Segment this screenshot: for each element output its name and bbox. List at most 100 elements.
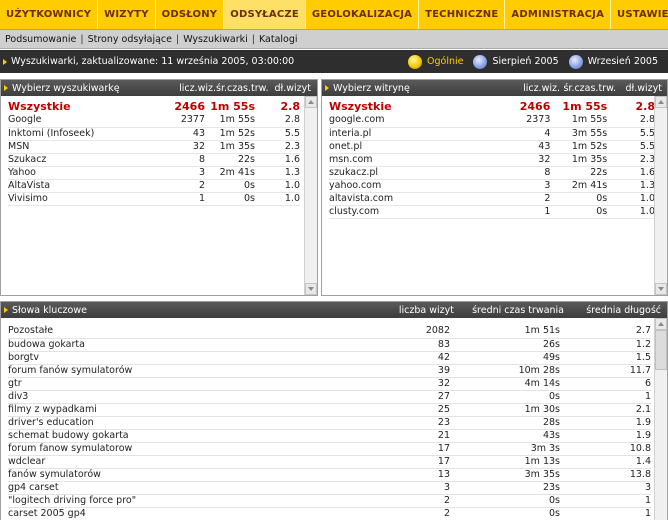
arrow-icon <box>4 307 8 313</box>
arrow-icon <box>3 58 7 65</box>
nav-item[interactable]: UŻYTKOWNICY <box>0 0 99 29</box>
period-option[interactable]: Ogólnie <box>408 54 463 69</box>
table-row[interactable]: altavista.com 2 0s 1.0 <box>329 192 655 206</box>
nav-item[interactable]: GEOLOKALIZACJA <box>306 0 420 29</box>
table-row[interactable]: "logitech driving force pro" 2 0s 1 <box>8 494 651 508</box>
cell-name: msn.com <box>329 153 482 167</box>
table-row[interactable]: clusty.com 1 0s 1.0 <box>329 205 655 219</box>
cell-avg: 26s <box>450 338 560 352</box>
table-row[interactable]: AltaVista 2 0s 1.0 <box>8 179 300 193</box>
table-row[interactable]: forum fanów symulatorów 39 10m 28s 11.7 <box>8 364 651 378</box>
col-visits: licz.wiz. <box>179 82 216 94</box>
table-row[interactable]: szukacz.pl 8 22s 1.6 <box>329 166 655 180</box>
subnav-item[interactable]: Podsumowanie <box>3 34 78 45</box>
cell-name: schemat budowy gokarta <box>8 429 378 443</box>
table-row[interactable]: msn.com 32 1m 35s 2.3 <box>329 153 655 167</box>
scrollbar[interactable] <box>654 96 667 295</box>
cell-len: 2.8 <box>280 100 301 113</box>
cell-visits: 2373 <box>481 114 551 128</box>
cell-visits: 13 <box>378 468 450 482</box>
nav-item[interactable]: TECHNICZNE <box>419 0 506 29</box>
cell-visits: 3 <box>378 481 450 495</box>
subnav-item[interactable]: Katalogi <box>257 34 300 45</box>
cell-len: 5.5 <box>255 127 300 141</box>
cell-len: 2.3 <box>607 153 655 167</box>
nav-item[interactable]: WIZYTY <box>98 0 156 29</box>
table-row[interactable]: filmy z wypadkami 25 1m 30s 2.1 <box>8 403 651 417</box>
table-row[interactable]: Szukacz 8 22s 1.6 <box>8 153 300 167</box>
table-row[interactable]: Pozostałe 2082 1m 51s 2.7 <box>8 325 651 339</box>
search-engine-panel: Wybierz wyszukiwarkę licz.wiz. śr.czas.t… <box>0 79 318 296</box>
cell-visits: 2082 <box>378 325 450 339</box>
cell-avg: 1m 13s <box>450 455 560 469</box>
cell-visits: 4 <box>481 127 551 141</box>
separator: | <box>175 33 180 45</box>
table-row[interactable]: driver's education 23 28s 1.9 <box>8 416 651 430</box>
cell-len: 1.9 <box>560 416 651 430</box>
nav-item[interactable]: ODSŁONY <box>156 0 225 29</box>
table-row[interactable]: MSN 32 1m 35s 2.3 <box>8 140 300 154</box>
cell-len: 1 <box>560 390 651 404</box>
col-visits: liczba wizyt <box>398 304 454 316</box>
scrollbar[interactable] <box>304 96 317 295</box>
nav-item[interactable]: ADMINISTRACJA <box>505 0 612 29</box>
scroll-up-button[interactable] <box>305 96 317 108</box>
table-row[interactable]: budowa gokarta 83 26s 1.2 <box>8 338 651 352</box>
scrollbar[interactable] <box>654 318 667 520</box>
table-row[interactable]: interia.pl 4 3m 55s 5.5 <box>329 127 655 141</box>
cell-visits: 2466 <box>519 100 551 113</box>
radio-icon <box>408 54 423 69</box>
table-row[interactable]: Wszystkie 2466 1m 55s 2.8 <box>329 100 655 114</box>
scroll-down-button[interactable] <box>305 283 317 295</box>
cell-name: MSN <box>8 140 158 154</box>
scroll-thumb[interactable] <box>655 330 667 370</box>
cell-name: Pozostałe <box>8 325 378 339</box>
table-row[interactable]: gp4 carset 3 23s 3 <box>8 481 651 495</box>
cell-len: 5.5 <box>607 140 655 154</box>
table-row[interactable]: yahoo.com 3 2m 41s 1.3 <box>329 179 655 193</box>
scroll-down-button[interactable] <box>655 283 667 295</box>
table-row[interactable]: Yahoo 3 2m 41s 1.3 <box>8 166 300 180</box>
period-selector: Ogólnie Sierpień 2005 Wrzesień 2005 <box>408 54 668 69</box>
subnav-item[interactable]: Wyszukiwarki <box>181 34 250 45</box>
cell-name: onet.pl <box>329 140 482 154</box>
table-row[interactable]: onet.pl 43 1m 52s 5.5 <box>329 140 655 154</box>
period-option[interactable]: Sierpień 2005 <box>473 54 559 69</box>
table-row[interactable]: gtr 32 4m 14s 6 <box>8 377 651 391</box>
cell-avg: 23s <box>450 481 560 495</box>
site-table: Wszystkie 2466 1m 55s 2.8 google.com 2373 1m 5… <box>329 100 655 219</box>
table-row[interactable]: forum fanow symulatorow 17 3m 3s 10.8 <box>8 442 651 456</box>
cell-avg: 22s <box>550 166 608 180</box>
table-row[interactable]: div3 27 0s 1 <box>8 390 651 404</box>
col-visit-length: dł.wizyt <box>625 82 663 94</box>
table-row[interactable]: Vivisimo 1 0s 1.0 <box>8 192 300 206</box>
subnav-item[interactable]: Strony odsyłające <box>86 34 174 45</box>
table-row[interactable]: Inktomi (Infoseek) 43 1m 52s 5.5 <box>8 127 300 141</box>
table-row[interactable]: google.com 2373 1m 55s 2.8 <box>329 114 655 128</box>
col-visit-length: dł.wizyt <box>274 82 312 94</box>
keywords-panel-header: Słowa kluczowe liczba wizyt średni czas … <box>1 302 667 318</box>
cell-name: Wszystkie <box>329 100 392 113</box>
table-row[interactable]: Google 2377 1m 55s 2.8 <box>8 114 300 128</box>
cell-visits: 2377 <box>158 114 205 128</box>
col-visits: licz.wiz. <box>523 82 560 94</box>
cell-visits: 27 <box>378 390 450 404</box>
cell-avg: 49s <box>450 351 560 365</box>
cell-len: 1.0 <box>255 179 300 193</box>
nav-item[interactable]: USTAWIENIA <box>611 0 668 29</box>
table-row[interactable]: borgtv 42 49s 1.5 <box>8 351 651 365</box>
nav-item[interactable]: ODSYŁACZE <box>224 0 306 29</box>
cell-len: 2.7 <box>560 325 651 339</box>
scroll-up-button[interactable] <box>655 96 667 108</box>
scroll-up-button[interactable] <box>655 318 667 330</box>
table-row[interactable]: schemat budowy gokarta 21 43s 1.9 <box>8 429 651 443</box>
table-row[interactable]: Wszystkie 2466 1m 55s 2.8 <box>8 100 300 114</box>
table-row[interactable]: fanów symulatorów 13 3m 35s 13.8 <box>8 468 651 482</box>
cell-avg: 3m 35s <box>450 468 560 482</box>
table-row[interactable]: wdclear 17 1m 13s 1.4 <box>8 455 651 469</box>
table-row[interactable]: carset 2005 gp4 2 0s 1 <box>8 507 651 520</box>
period-option[interactable]: Wrzesień 2005 <box>568 54 658 69</box>
panel-title: Wybierz witrynę <box>333 82 410 94</box>
cell-len: 1.5 <box>560 351 651 365</box>
cell-name: yahoo.com <box>329 179 482 193</box>
